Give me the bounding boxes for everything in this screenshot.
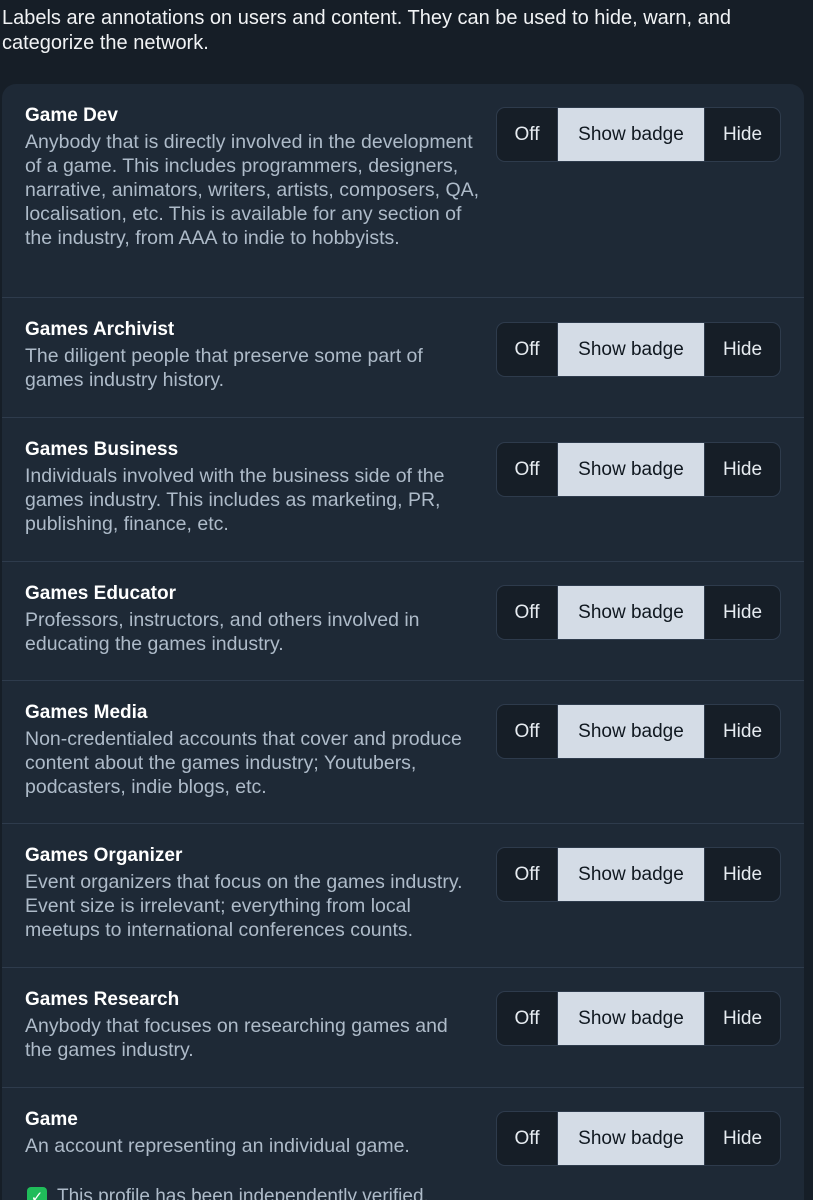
show-badge-option[interactable]: Show badge	[558, 705, 704, 758]
off-option[interactable]: Off	[497, 108, 558, 161]
label-row-games-business: Games Business Individuals involved with…	[2, 418, 804, 562]
label-row-games-media: Games Media Non-credentialed accounts th…	[2, 681, 804, 824]
hide-option[interactable]: Hide	[704, 992, 780, 1045]
label-description: An account representing an individual ga…	[25, 1135, 410, 1157]
label-setting-selector: Off Show badge Hide	[496, 442, 781, 497]
label-title: Games Research	[25, 989, 180, 1010]
hide-option[interactable]: Hide	[704, 848, 780, 901]
label-row-games-educator: Games Educator Professors, instructors, …	[2, 562, 804, 681]
off-option[interactable]: Off	[497, 705, 558, 758]
label-row-games-research: Games Research Anybody that focuses on r…	[2, 968, 804, 1088]
off-option[interactable]: Off	[497, 586, 558, 639]
hide-option[interactable]: Hide	[704, 323, 780, 376]
show-badge-option[interactable]: Show badge	[558, 108, 704, 161]
label-title: Game	[25, 1109, 78, 1130]
show-badge-option[interactable]: Show badge	[558, 443, 704, 496]
label-title: Games Archivist	[25, 319, 175, 340]
label-setting-selector: Off Show badge Hide	[496, 991, 781, 1046]
label-setting-selector: Off Show badge Hide	[496, 585, 781, 640]
verified-note: ✓ This profile has been independently ve…	[27, 1186, 429, 1200]
label-row-games-archivist: Games Archivist The diligent people that…	[2, 298, 804, 418]
off-option[interactable]: Off	[497, 323, 558, 376]
off-option[interactable]: Off	[497, 848, 558, 901]
verified-text: This profile has been independently veri…	[57, 1186, 429, 1200]
label-description: Professors, instructors, and others invo…	[25, 609, 420, 655]
off-option[interactable]: Off	[497, 443, 558, 496]
label-description: The diligent people that preserve some p…	[25, 345, 423, 391]
hide-option[interactable]: Hide	[704, 705, 780, 758]
show-badge-option[interactable]: Show badge	[558, 848, 704, 901]
hide-option[interactable]: Hide	[704, 1112, 780, 1165]
label-title: Games Educator	[25, 583, 176, 604]
show-badge-option[interactable]: Show badge	[558, 586, 704, 639]
hide-option[interactable]: Hide	[704, 108, 780, 161]
label-setting-selector: Off Show badge Hide	[496, 704, 781, 759]
label-title: Game Dev	[25, 105, 118, 126]
label-description: Event organizers that focus on the games…	[25, 871, 463, 941]
label-description: Individuals involved with the business s…	[25, 465, 445, 535]
label-title: Games Business	[25, 439, 179, 460]
hide-option[interactable]: Hide	[704, 443, 780, 496]
show-badge-option[interactable]: Show badge	[558, 992, 704, 1045]
label-setting-selector: Off Show badge Hide	[496, 107, 781, 162]
label-description: Anybody that is directly involved in the…	[25, 131, 480, 249]
label-title: Games Media	[25, 702, 148, 723]
label-description: Anybody that focuses on researching game…	[25, 1015, 448, 1061]
label-title: Games Organizer	[25, 845, 183, 866]
show-badge-option[interactable]: Show badge	[558, 1112, 704, 1165]
hide-option[interactable]: Hide	[704, 586, 780, 639]
off-option[interactable]: Off	[497, 992, 558, 1045]
label-row-game: Game An account representing an individu…	[2, 1088, 804, 1200]
intro-text: Labels are annotations on users and cont…	[2, 7, 732, 54]
label-setting-selector: Off Show badge Hide	[496, 847, 781, 902]
label-setting-selector: Off Show badge Hide	[496, 1111, 781, 1166]
off-option[interactable]: Off	[497, 1112, 558, 1165]
label-description: Non-credentialed accounts that cover and…	[25, 728, 462, 798]
labels-panel: Game Dev Anybody that is directly involv…	[2, 84, 804, 1200]
label-row-game-dev: Game Dev Anybody that is directly involv…	[2, 84, 804, 298]
check-square-icon: ✓	[27, 1187, 47, 1200]
label-setting-selector: Off Show badge Hide	[496, 322, 781, 377]
show-badge-option[interactable]: Show badge	[558, 323, 704, 376]
label-row-games-organizer: Games Organizer Event organizers that fo…	[2, 824, 804, 968]
